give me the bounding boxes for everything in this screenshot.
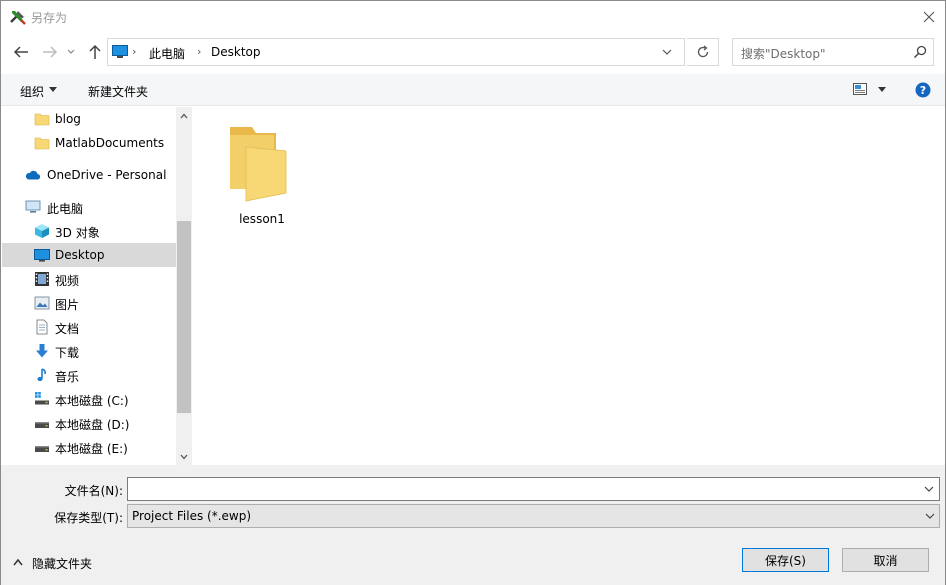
refresh-icon [697,45,708,58]
view-layout-icon[interactable] [853,83,867,95]
sidebar-item-this-pc[interactable]: 此电脑 [2,195,176,219]
file-item-lesson1[interactable]: lesson1 [224,121,300,231]
arrow-right-icon [43,46,58,58]
navigation-pane: blog MatlabDocuments OneDrive - Personal… [1,107,192,465]
scroll-up-button[interactable] [176,107,192,124]
video-icon [35,272,49,286]
search-input[interactable]: 搜索"Desktop" [732,38,934,66]
sidebar-item-drive-d[interactable]: 本地磁盘 (D:) [2,411,176,435]
organize-button[interactable]: 组织 [20,83,44,100]
scrollbar-thumb[interactable] [177,221,191,413]
sidebar-item-onedrive[interactable]: OneDrive - Personal [2,163,176,187]
sidebar-item-desktop[interactable]: Desktop [2,243,176,267]
sidebar-item-blog[interactable]: blog [2,107,176,131]
sidebar-item-documents[interactable]: 文档 [2,315,176,339]
file-list[interactable]: lesson1 [192,107,945,465]
chevron-down-icon [67,49,75,54]
computer-icon [25,200,41,213]
svg-text:?: ? [920,84,926,97]
save-as-dialog: 另存为 › 此电脑 › Desktop 搜索"Desktop" 组织 新建文件夹… [0,0,946,585]
system-drive-icon [35,392,49,405]
sidebar-item-videos[interactable]: 视频 [2,267,176,291]
sidebar-item-drive-e[interactable]: 本地磁盘 (E:) [2,435,176,459]
breadcrumb-this-pc[interactable]: 此电脑 [149,45,185,62]
filetype-value: Project Files (*.ewp) [132,509,252,523]
sidebar-item-3d-objects[interactable]: 3D 对象 [2,219,176,243]
chevron-up-icon [13,558,23,566]
address-bar[interactable]: › 此电脑 › Desktop [107,38,685,66]
arrow-up-icon [89,44,101,59]
cancel-button[interactable]: 取消 [842,548,929,572]
folder-icon [230,127,287,202]
chevron-up-icon [180,113,188,118]
chevron-down-icon[interactable] [923,483,935,495]
filename-label: 文件名(N): [64,484,123,498]
scroll-down-button[interactable] [176,448,192,465]
help-icon[interactable]: ? [915,82,931,98]
breadcrumb-separator: › [132,45,137,58]
tools-icon [10,11,26,25]
close-button[interactable] [913,3,945,30]
up-button[interactable] [84,42,106,62]
new-folder-button[interactable]: 新建文件夹 [88,83,148,100]
sidebar-scrollbar[interactable] [176,107,192,465]
window-title: 另存为 [31,11,68,25]
arrow-left-icon [13,46,28,58]
folder-icon [34,137,50,150]
save-button[interactable]: 保存(S) [742,548,829,572]
search-icon [913,45,927,59]
sidebar-item-music[interactable]: 音乐 [2,363,176,387]
sidebar-item-matlabdocuments[interactable]: MatlabDocuments [2,131,176,155]
caret-down-icon [49,87,57,92]
file-name: lesson1 [239,212,285,226]
chevron-down-icon [180,454,188,459]
command-bar: 组织 新建文件夹 ? [1,74,945,106]
picture-icon [34,296,50,310]
cloud-icon [25,170,41,180]
music-icon [37,368,46,382]
computer-icon [112,45,128,58]
refresh-button[interactable] [687,38,719,66]
document-icon [36,319,48,335]
hide-folders-label: 隐藏文件夹 [32,557,93,571]
drive-icon [35,422,49,428]
folder-icon [34,113,50,126]
download-icon [36,344,48,358]
title-bar: 另存为 [1,1,945,32]
desktop-icon [34,249,50,262]
recent-locations-button[interactable] [64,42,78,62]
breadcrumb-separator: › [197,45,202,58]
chevron-down-icon[interactable] [660,45,674,59]
sidebar-item-pictures[interactable]: 图片 [2,291,176,315]
chevron-down-icon [925,513,935,519]
filename-field[interactable] [127,477,940,501]
sidebar-item-drive-c[interactable]: 本地磁盘 (C:) [2,387,176,411]
filetype-select[interactable]: Project Files (*.ewp) [127,504,940,528]
drive-icon [35,446,49,452]
forward-button[interactable] [39,42,61,62]
cube-icon [35,224,49,238]
close-icon [923,11,935,22]
sidebar-item-downloads[interactable]: 下载 [2,339,176,363]
filetype-label: 保存类型(T): [54,511,123,525]
search-placeholder: 搜索"Desktop" [741,47,826,61]
caret-down-icon[interactable] [878,87,886,92]
breadcrumb-desktop[interactable]: Desktop [211,45,261,59]
back-button[interactable] [10,42,32,62]
